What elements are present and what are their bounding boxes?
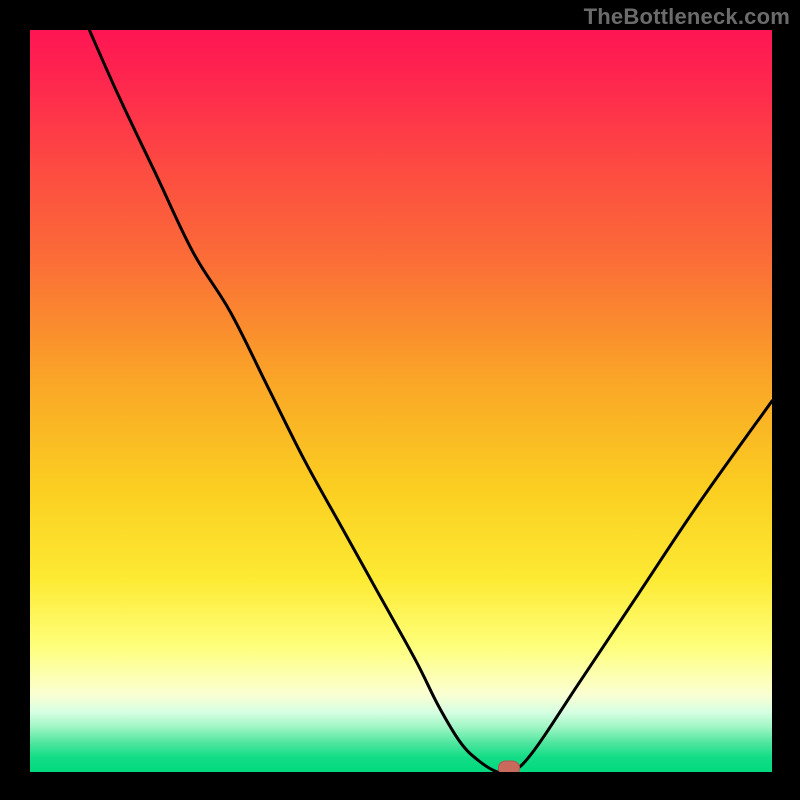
optimal-point-marker bbox=[498, 761, 520, 772]
plot-area bbox=[30, 30, 772, 772]
chart-frame: TheBottleneck.com bbox=[0, 0, 800, 800]
attribution-watermark: TheBottleneck.com bbox=[584, 4, 790, 30]
bottleneck-curve bbox=[30, 30, 772, 772]
